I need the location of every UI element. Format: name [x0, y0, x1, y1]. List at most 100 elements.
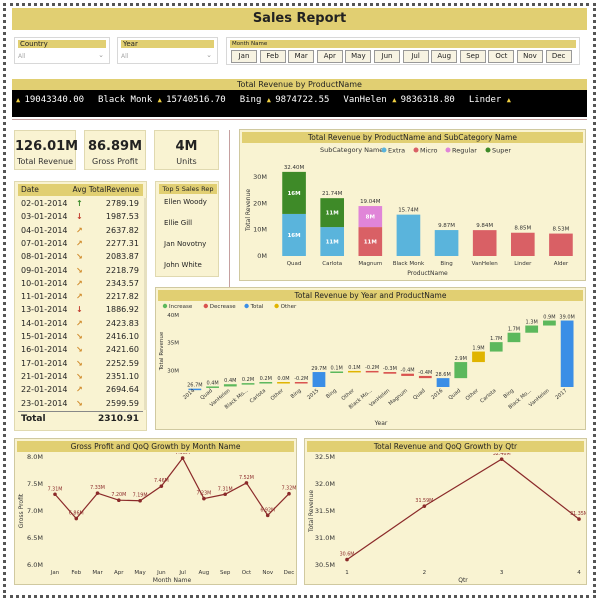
chevron-down-icon[interactable]: ⌄: [206, 51, 212, 59]
x-tick-label: Bing: [290, 388, 303, 400]
data-label: 7.33M: [90, 485, 105, 491]
rep-name[interactable]: Ellie Gill: [164, 219, 192, 227]
legend-decrease-label: Decrease: [210, 304, 236, 310]
month-button-mar[interactable]: Mar: [288, 50, 315, 63]
table-row[interactable]: 03-01-2014 ↓ 1987.53: [18, 210, 143, 223]
month-button-feb[interactable]: Feb: [259, 50, 286, 63]
table-row[interactable]: 15-01-2014 ↘ 2416.10: [18, 330, 143, 343]
legend-other-marker: [274, 303, 279, 309]
trend-down-right-icon: ↘: [76, 358, 83, 368]
month-button-apr[interactable]: Apr: [316, 50, 343, 63]
y-tick-label: 32.0M: [315, 480, 335, 488]
rep-name[interactable]: John White: [164, 261, 202, 269]
x-tick-label: Sep: [220, 570, 231, 576]
legend-decrease-marker: [203, 303, 208, 309]
rep-name[interactable]: Ellen Woody: [164, 198, 207, 206]
waterfall-value-label: 0.1M: [348, 365, 360, 371]
waterfall-value-label: -0.2M: [365, 365, 379, 371]
avg-revenue-table: Date Avg TotalRevenue 02-01-2014 ↑ 2789.19…: [14, 181, 147, 431]
ticker-item: VanHelen ▲ 9836318.80: [343, 95, 454, 105]
month-button-jul[interactable]: Jul: [402, 50, 429, 63]
country-slicer[interactable]: Country All ⌄: [14, 37, 110, 64]
month-button-sep[interactable]: Sep: [459, 50, 486, 63]
table-row[interactable]: 21-01-2014 ↘ 2351.10: [18, 370, 143, 383]
chevron-down-icon[interactable]: ⌄: [98, 51, 104, 59]
trend-down-right-icon: ↘: [76, 345, 83, 355]
legend-super-label: Super: [492, 147, 511, 155]
x-tick-label: Magnum: [358, 261, 382, 267]
table-row[interactable]: 09-01-2014 ↘ 2218.79: [18, 264, 143, 277]
kpi-total-revenue: 126.01M Total Revenue: [14, 130, 78, 170]
kpi-gross-profit: 86.89M Gross Profit: [84, 130, 146, 170]
table-row[interactable]: 11-01-2014 ↗ 2217.82: [18, 290, 143, 303]
x-tick-label: 2016: [430, 388, 444, 401]
month-button-may[interactable]: May: [345, 50, 372, 63]
data-point: [223, 492, 227, 497]
y-tick-label: 0M: [257, 252, 267, 260]
y-tick-label: 30.5M: [315, 561, 335, 569]
column-header-avg-revenue[interactable]: Avg TotalRevenue: [73, 184, 139, 196]
country-slicer-value[interactable]: All: [18, 53, 25, 60]
y-tick-label: 6.5M: [27, 534, 43, 542]
bar-segment-label: 11M: [326, 240, 339, 246]
bar-segment-extra: [396, 214, 421, 256]
table-row[interactable]: 08-01-2014 ↘ 2083.87: [18, 250, 143, 263]
x-tick-label: VanHelen: [472, 261, 499, 267]
table-row[interactable]: 07-01-2014 ↗ 2277.31: [18, 237, 143, 250]
waterfall-bar-decrease: [365, 370, 379, 373]
data-label: 7.52M: [239, 475, 254, 481]
legend-other-label: Other: [281, 304, 297, 310]
x-axis-label: Year: [374, 420, 388, 427]
x-tick-label: Oct: [242, 570, 252, 576]
month-button-oct[interactable]: Oct: [488, 50, 515, 63]
data-point: [159, 484, 164, 488]
waterfall-value-label: -0.2M: [294, 376, 308, 382]
x-tick-label: Apr: [114, 570, 124, 576]
x-tick-label: Dec: [284, 570, 295, 576]
month-button-dec[interactable]: Dec: [545, 50, 572, 63]
y-tick-label: 10M: [253, 226, 267, 234]
gross-profit-svg: 6.0M 6.5M 7.0M 7.5M 8.0M Gross Profit Month Na…: [18, 453, 296, 584]
date-cell: 10-01-2014: [21, 278, 68, 288]
table-scrollbar[interactable]: [144, 198, 147, 410]
legend-micro-marker: [413, 147, 419, 153]
waterfall-bar-total: [312, 372, 326, 387]
month-button-jan[interactable]: Jan: [231, 50, 257, 63]
x-tick-label: Quad: [412, 388, 426, 401]
table-row[interactable]: 13-01-2014 ↓ 1886.92: [18, 303, 143, 316]
year-slicer[interactable]: Year All ⌄: [117, 37, 218, 64]
table-row[interactable]: 23-01-2014 ↘ 2599.59: [18, 397, 143, 410]
x-tick-label: Bing: [440, 261, 452, 267]
bar-total-label: 9.87M: [438, 223, 455, 229]
month-button-nov[interactable]: Nov: [517, 50, 543, 63]
data-point: [244, 481, 249, 485]
bar-total-label: 15.74M: [398, 208, 419, 214]
table-row[interactable]: 04-01-2014 ↗ 2637.82: [18, 224, 143, 237]
table-row[interactable]: 02-01-2014 ↑ 2789.19: [18, 197, 143, 210]
table-row[interactable]: 10-01-2014 ↗ 2343.57: [18, 277, 143, 290]
data-label: 31.59M: [415, 498, 433, 504]
waterfall-bar-increase: [241, 383, 255, 385]
month-button-jun[interactable]: Jun: [374, 50, 400, 63]
month-button-aug[interactable]: Aug: [431, 50, 458, 63]
kpi-value: 86.89M: [87, 139, 143, 154]
chart-title: Total Revenue by Year and ProductName: [158, 290, 583, 301]
data-point: [117, 498, 121, 502]
table-row[interactable]: 17-01-2014 ↘ 2252.59: [18, 357, 143, 370]
date-cell: 02-01-2014: [21, 199, 68, 208]
trend-up-right-icon: ↗: [76, 225, 83, 235]
kpi-label: Units: [176, 157, 197, 166]
table-row[interactable]: 14-01-2014 ↗ 2423.83: [18, 317, 143, 330]
rep-name[interactable]: Jan Novotny: [164, 240, 206, 248]
ticker-product-name: Bing: [239, 95, 267, 105]
table-row[interactable]: 16-01-2014 ↘ 2421.60: [18, 343, 143, 356]
year-slicer-value[interactable]: All: [121, 53, 128, 60]
x-tick-label: Magnum: [388, 388, 409, 407]
table-row[interactable]: 22-01-2014 ↗ 2694.64: [18, 383, 143, 396]
column-header-date[interactable]: Date: [21, 184, 39, 196]
waterfall-value-label: 1.9M: [472, 346, 484, 352]
legend-extra-marker: [381, 147, 387, 153]
table-header: Date Avg TotalRevenue: [18, 184, 143, 196]
kpi-label: Gross Profit: [92, 157, 138, 166]
x-tick-label: Bing: [325, 388, 338, 400]
